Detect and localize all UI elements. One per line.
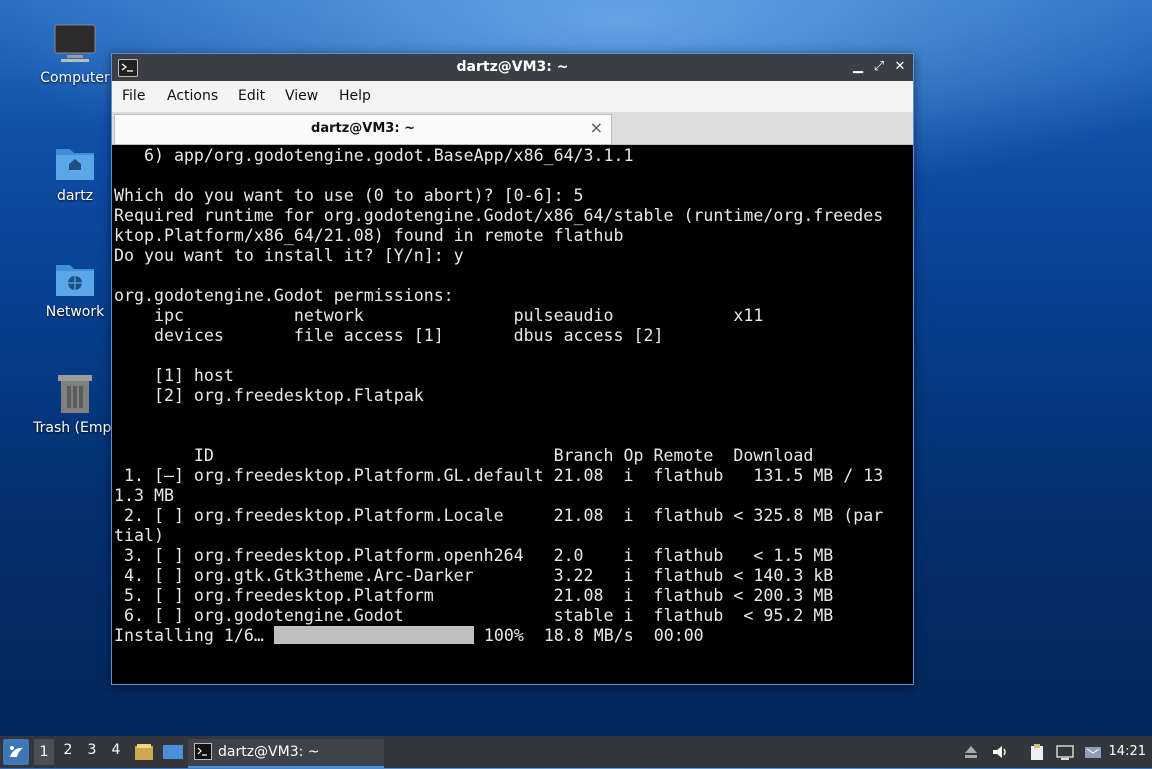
progress-label: Installing 1/6… <box>114 626 264 645</box>
menu-edit[interactable]: Edit <box>238 88 265 104</box>
task-label: dartz@VM3: ~ <box>218 744 320 760</box>
minimize-button[interactable]: ▁ <box>849 58 867 76</box>
network-icon[interactable] <box>1056 743 1074 761</box>
eject-icon[interactable] <box>962 743 980 761</box>
window-titlebar[interactable]: dartz@VM3: ~ ▁ ⤢ ✕ <box>112 54 913 81</box>
notification-icon[interactable] <box>1084 743 1102 761</box>
network-folder-icon <box>53 256 97 300</box>
tab-title: dartz@VM3: ~ <box>311 121 415 136</box>
terminal-text: 6) app/org.godotengine.godot.BaseApp/x86… <box>114 146 884 625</box>
menu-actions[interactable]: Actions <box>167 88 218 104</box>
progress-percent: 100% <box>483 626 524 645</box>
trash-icon <box>53 372 97 416</box>
workspace-2[interactable]: 2 <box>58 742 78 758</box>
show-desktop-icon[interactable] <box>162 742 184 762</box>
menu-file[interactable]: File <box>122 88 145 104</box>
file-manager-icon[interactable] <box>134 742 154 762</box>
app-menu-icon <box>10 746 23 757</box>
progress-speed: 18.8 MB/s <box>543 626 634 645</box>
volume-icon[interactable] <box>991 743 1009 761</box>
terminal-output[interactable]: 6) app/org.godotengine.godot.BaseApp/x86… <box>114 146 911 682</box>
tab-terminal[interactable]: dartz@VM3: ~ × <box>114 114 612 144</box>
taskbar-task-terminal[interactable]: dartz@VM3: ~ <box>188 739 384 768</box>
restore-button[interactable]: ⤢ <box>870 58 888 76</box>
workspace-3[interactable]: 3 <box>82 742 102 758</box>
progress-time: 00:00 <box>653 626 704 645</box>
clock[interactable]: 14:21 <box>1109 744 1146 759</box>
taskbar: 1 2 3 4 dartz@VM3: ~ 14:21 <box>0 736 1152 768</box>
terminal-window[interactable]: dartz@VM3: ~ ▁ ⤢ ✕ File Actions Edit Vie… <box>111 53 914 685</box>
menu-view[interactable]: View <box>285 88 318 104</box>
home-folder-icon <box>53 140 97 184</box>
tab-close-icon[interactable]: × <box>590 118 603 137</box>
progress-bar <box>273 626 474 644</box>
menubar: File Actions Edit View Help <box>112 81 913 112</box>
clipboard-icon[interactable] <box>1028 743 1046 761</box>
tab-bar: dartz@VM3: ~ × <box>112 112 913 145</box>
app-menu-button[interactable] <box>3 739 29 765</box>
window-title: dartz@VM3: ~ <box>456 59 569 75</box>
progress-line: Installing 1/6… 100% 18.8 MB/s 00:00 <box>114 626 911 646</box>
computer-icon <box>53 22 97 66</box>
workspace-1[interactable]: 1 <box>34 739 54 765</box>
terminal-icon <box>194 743 212 760</box>
workspace-4[interactable]: 4 <box>106 742 126 758</box>
close-button[interactable]: ✕ <box>891 58 909 76</box>
menu-help[interactable]: Help <box>339 88 371 104</box>
